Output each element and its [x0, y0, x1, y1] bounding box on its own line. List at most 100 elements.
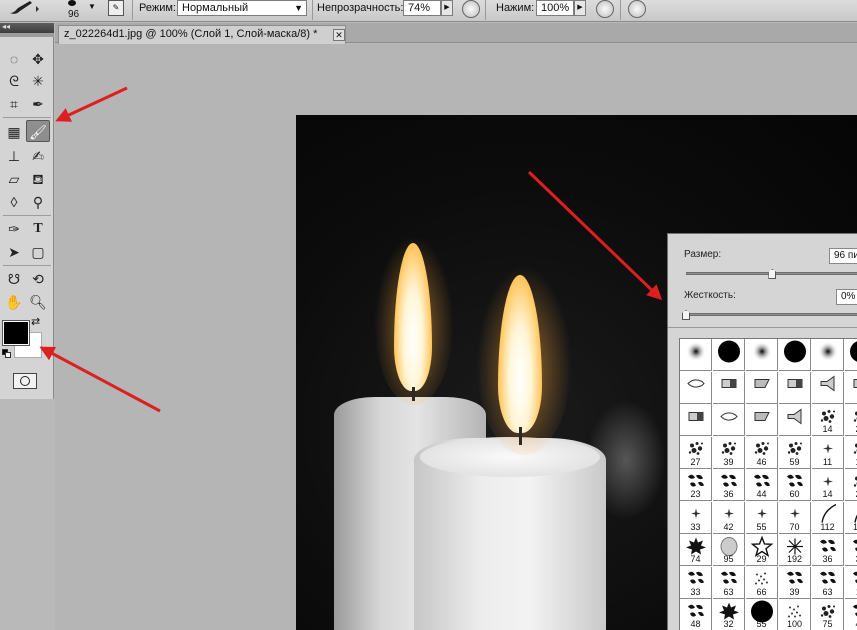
brush-tip-preset[interactable]: 39	[713, 436, 745, 469]
brush-tip-preset[interactable]: 33	[680, 566, 712, 599]
brush-tool-icon[interactable]: 🖌	[26, 120, 50, 142]
brush-tip-preset[interactable]: 36	[713, 469, 745, 501]
brush-tip-preset[interactable]: 17	[845, 437, 857, 469]
hardness-slider-thumb[interactable]	[682, 310, 690, 320]
brush-tip-preset[interactable]: 100	[779, 599, 811, 630]
clone-stamp-tool-icon[interactable]: ⊥	[2, 145, 26, 167]
path-selection-tool-icon[interactable]: ➤	[2, 241, 26, 263]
brush-tip-preset[interactable]: 11	[812, 436, 844, 469]
brush-tip-preset[interactable]: 70	[779, 501, 811, 534]
brush-tip-preset[interactable]: 192	[779, 534, 811, 566]
brush-tip-preset[interactable]: 55	[746, 501, 778, 534]
close-icon[interactable]: ✕	[333, 29, 345, 41]
brush-preset-picker[interactable]: 96 ▼	[58, 0, 98, 22]
brush-tip-preset[interactable]	[713, 404, 745, 436]
brush-tip-preset[interactable]	[812, 371, 844, 404]
brush-tip-preset[interactable]	[746, 339, 778, 371]
brush-tip-preset[interactable]	[713, 371, 745, 404]
dodge-tool-icon[interactable]: ⚲	[26, 191, 50, 213]
brush-tip-preset[interactable]: 14	[812, 469, 844, 501]
brush-tip-preset[interactable]	[713, 339, 745, 371]
brush-tip-preset[interactable]: 14	[812, 404, 844, 436]
hardness-input[interactable]: 0%	[836, 289, 857, 305]
3d-orbit-tool-icon[interactable]: ⟲	[26, 268, 50, 290]
brush-tip-preset[interactable]	[779, 371, 811, 404]
brush-tip-preset[interactable]: 63	[812, 566, 844, 599]
size-input[interactable]: 96 пи	[829, 248, 857, 264]
brush-tip-preset[interactable]: 55	[746, 599, 778, 630]
brush-tip-preset[interactable]: 46	[746, 436, 778, 469]
brush-tip-preset[interactable]: 24	[845, 404, 857, 436]
brush-tip-preset[interactable]: 134	[845, 502, 857, 534]
crop-tool-icon[interactable]: ⌗	[2, 93, 26, 115]
healing-brush-tool-icon[interactable]: ▦	[2, 121, 26, 143]
brush-tip-preset[interactable]	[680, 339, 712, 371]
brush-tip-preset[interactable]	[746, 404, 778, 436]
brush-tip-preset[interactable]	[746, 371, 778, 404]
brush-tip-preset[interactable]: 74	[680, 534, 712, 566]
brush-tip-preset[interactable]: 39	[779, 566, 811, 599]
paint-bucket-tool-icon[interactable]: ⛾	[26, 168, 50, 190]
brush-tip-preset[interactable]: 60	[779, 469, 811, 501]
eyedropper-tool-icon[interactable]: ✒	[26, 93, 50, 115]
3d-rotate-tool-icon[interactable]: ☋	[2, 268, 26, 290]
opacity-slider-toggle[interactable]: ▶	[441, 0, 453, 16]
brush-tip-size-label: 74	[690, 554, 701, 564]
move-tool-icon[interactable]: ✥	[26, 48, 50, 70]
size-slider-thumb[interactable]	[768, 269, 777, 279]
type-tool-icon[interactable]: T	[26, 218, 50, 240]
brush-tip-preset[interactable]: 44	[746, 469, 778, 501]
document-tab[interactable]: z_022264d1.jpg @ 100% (Слой 1, Слой-маск…	[58, 25, 346, 44]
brush-tip-preset[interactable]: 11	[845, 567, 857, 599]
brush-tip-preset[interactable]: 66	[746, 566, 778, 599]
brush-tip-preset[interactable]: 112	[812, 501, 844, 534]
brush-tip-preset[interactable]	[845, 339, 857, 371]
brush-tip-preset[interactable]: 27	[680, 436, 712, 469]
rectangle-tool-icon[interactable]: ▢	[26, 241, 50, 263]
tool-preset-picker[interactable]	[6, 0, 40, 16]
opacity-input[interactable]: 74%	[403, 0, 441, 16]
pressure-size-icon[interactable]	[628, 0, 646, 18]
tools-panel-header[interactable]: ◂◂	[0, 22, 54, 33]
brush-panel-toggle-icon[interactable]: ✎	[108, 0, 124, 16]
brush-tip-preset[interactable]	[680, 404, 712, 436]
foreground-color-swatch[interactable]	[2, 320, 30, 346]
flow-slider-toggle[interactable]: ▶	[574, 0, 586, 16]
brush-tip-preset[interactable]: 33	[680, 501, 712, 534]
pressure-opacity-icon[interactable]	[462, 0, 480, 18]
brush-tip-preset[interactable]: 63	[713, 566, 745, 599]
brush-tip-preset[interactable]: 59	[779, 436, 811, 469]
history-brush-tool-icon[interactable]: ✍	[26, 145, 50, 167]
brush-tip-preset[interactable]: 26	[845, 469, 857, 501]
magic-wand-tool-icon[interactable]: ✳	[26, 70, 50, 92]
eraser-tool-icon[interactable]: ▱	[2, 168, 26, 190]
brush-tip-preset[interactable]: 42	[713, 501, 745, 534]
pen-tool-icon[interactable]: ✑	[2, 218, 26, 240]
marquee-tool-icon[interactable]: ◌	[2, 48, 26, 70]
brush-tip-preset[interactable]	[812, 339, 844, 371]
brush-tip-preset[interactable]	[779, 339, 811, 371]
brush-tip-preset[interactable]	[845, 372, 857, 404]
brush-tip-preset[interactable]: 45	[845, 599, 857, 630]
blur-tool-icon[interactable]: ◊	[2, 191, 26, 213]
flow-input[interactable]: 100%	[536, 0, 574, 16]
swap-colors-icon[interactable]: ⇄	[31, 315, 40, 328]
brush-tip-preset[interactable]: 48	[680, 599, 712, 630]
lasso-tool-icon[interactable]: ᘓ	[2, 70, 26, 92]
zoom-tool-icon[interactable]: 🔍︎	[26, 291, 50, 313]
brush-tip-preset[interactable]: 36	[812, 534, 844, 566]
blend-mode-select[interactable]: Нормальный ▼	[177, 0, 307, 16]
brush-tip-preset[interactable]: 29	[746, 534, 778, 566]
brush-tip-preset[interactable]: 75	[812, 599, 844, 630]
brush-tip-preset[interactable]	[779, 404, 811, 436]
default-colors-icon[interactable]	[2, 349, 12, 359]
airbrush-icon[interactable]	[596, 0, 614, 18]
brush-tip-preset[interactable]: 23	[680, 469, 712, 501]
brush-tip-preset[interactable]	[680, 371, 712, 404]
brush-tip-preset[interactable]: 95	[713, 534, 745, 566]
brush-tip-preset[interactable]: 36	[845, 534, 857, 566]
brush-tip-preset[interactable]: 32	[713, 599, 745, 630]
quick-mask-button[interactable]	[13, 373, 37, 389]
hand-tool-icon[interactable]: ✋	[2, 291, 26, 313]
hardness-slider[interactable]	[686, 313, 857, 316]
